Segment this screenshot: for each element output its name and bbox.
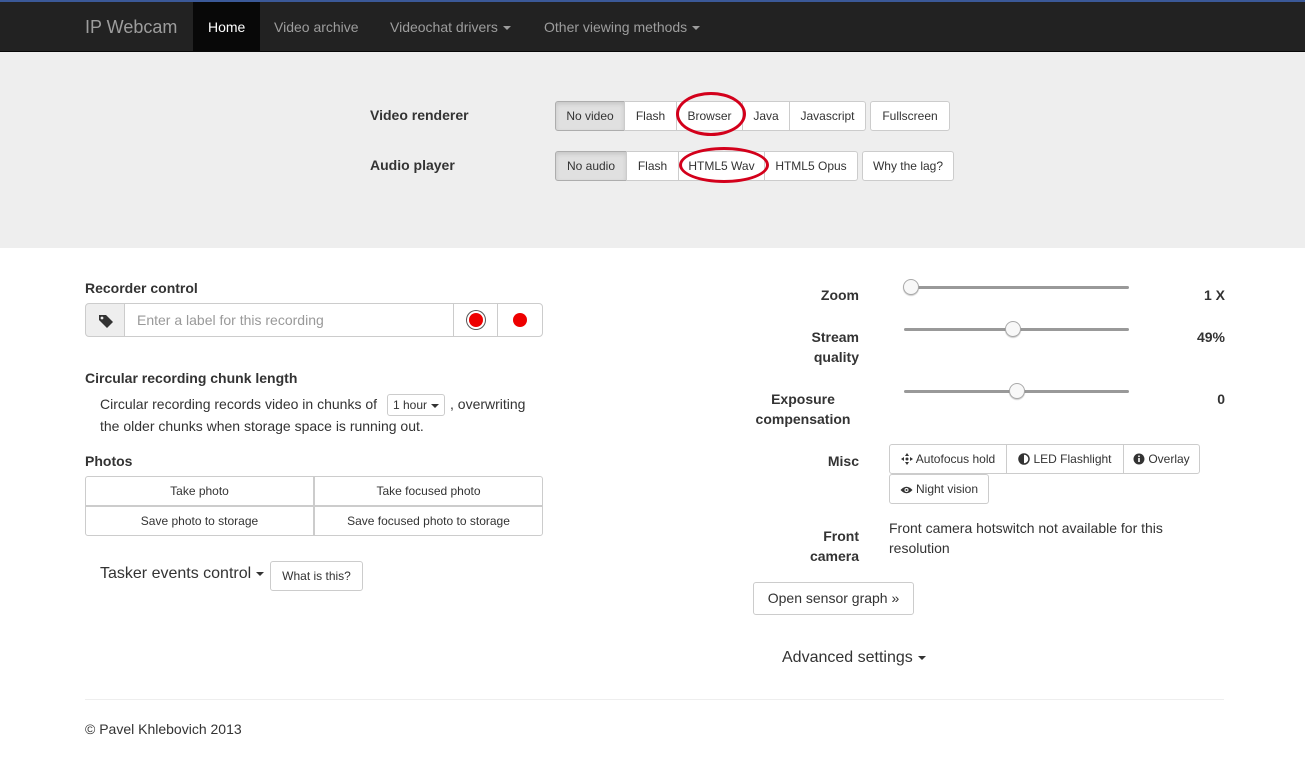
stream-quality-label-line2: quality — [813, 349, 859, 365]
video-renderer-label: Video renderer — [370, 107, 469, 123]
zoom-slider-handle[interactable] — [903, 279, 919, 295]
record-button[interactable] — [453, 303, 498, 337]
autofocus-hold-button[interactable]: Autofocus hold — [889, 444, 1007, 474]
audio-html5-wav[interactable]: HTML5 Wav — [678, 151, 765, 181]
caret-down-icon — [431, 403, 440, 408]
open-sensor-graph-button[interactable]: Open sensor graph » — [753, 582, 914, 615]
overlay-button[interactable]: Overlay — [1123, 444, 1200, 474]
nav-home[interactable]: Home — [193, 2, 261, 52]
nav-videochat-label: Videochat drivers — [390, 19, 498, 35]
save-photo-button[interactable]: Save photo to storage — [85, 506, 314, 536]
caret-down-icon — [256, 571, 265, 576]
overlay-label: Overlay — [1148, 452, 1190, 466]
record-icon — [468, 313, 483, 327]
autofocus-label: Autofocus hold — [915, 452, 996, 466]
led-flashlight-button[interactable]: LED Flashlight — [1006, 444, 1124, 474]
save-focused-photo-button[interactable]: Save focused photo to storage — [314, 506, 543, 536]
nav-videochat-drivers[interactable]: Videochat drivers — [375, 2, 526, 52]
quality-slider-handle[interactable] — [1005, 321, 1021, 337]
what-is-this-button[interactable]: What is this? — [270, 561, 363, 591]
nav-other-viewing[interactable]: Other viewing methods — [529, 2, 715, 52]
chunk-text-before: Circular recording records video in chun… — [100, 396, 378, 412]
advanced-settings-toggle[interactable]: Advanced settings — [782, 647, 926, 669]
renderer-javascript[interactable]: Javascript — [789, 101, 866, 131]
front-camera-label-line2: camera — [809, 548, 859, 564]
exposure-label-line2: compensation — [755, 411, 851, 427]
chunk-text-line2: the older chunks when storage space is r… — [100, 418, 424, 434]
led-label: LED Flashlight — [1033, 452, 1112, 466]
footer-copyright: © Pavel Khlebovich 2013 — [85, 721, 242, 737]
record-alt-button[interactable] — [497, 303, 543, 337]
chunk-text-after: , overwriting — [450, 396, 526, 412]
brand-link[interactable]: IP Webcam — [85, 17, 177, 38]
advanced-settings-label: Advanced settings — [782, 649, 913, 666]
exposure-label: Exposure compensation — [740, 389, 866, 429]
nav-video-archive[interactable]: Video archive — [259, 2, 374, 52]
viewer-options-panel — [0, 52, 1305, 248]
front-camera-label-line1: Front — [823, 528, 859, 544]
eye-icon — [900, 486, 913, 494]
contrast-icon — [1018, 453, 1031, 465]
zoom-value: 1 X — [1203, 287, 1225, 303]
crosshair-icon — [900, 453, 913, 465]
navbar: IP Webcam Home Video archive Videochat d… — [0, 0, 1305, 52]
fullscreen-button[interactable]: Fullscreen — [870, 101, 950, 131]
audio-player-label: Audio player — [370, 157, 455, 173]
nav-other-label: Other viewing methods — [544, 19, 688, 35]
exposure-value: 0 — [1217, 391, 1225, 407]
front-camera-text-line1: Front camera hotswitch not available for… — [889, 520, 1163, 536]
renderer-java[interactable]: Java — [742, 101, 790, 131]
tasker-events-toggle[interactable]: Tasker events control — [100, 563, 265, 585]
renderer-no-video[interactable]: No video — [555, 101, 625, 131]
front-camera-text-line2: resolution — [889, 540, 950, 556]
recorder-control-title: Recorder control — [85, 280, 198, 296]
quality-value: 49% — [1196, 329, 1225, 345]
renderer-browser[interactable]: Browser — [676, 101, 743, 131]
recording-label-input[interactable] — [124, 303, 454, 337]
zoom-slider-track[interactable] — [904, 286, 1129, 289]
night-vision-label: Night vision — [915, 482, 979, 496]
audio-html5-opus[interactable]: HTML5 Opus — [764, 151, 858, 181]
info-icon — [1133, 453, 1145, 465]
chunk-length-title: Circular recording chunk length — [85, 370, 298, 386]
stream-quality-label: Stream quality — [760, 327, 859, 367]
take-focused-photo-button[interactable]: Take focused photo — [314, 476, 543, 506]
tasker-events-label: Tasker events control — [100, 565, 252, 582]
tag-addon — [85, 303, 125, 337]
front-camera-label: Front camera — [760, 526, 859, 566]
tag-icon — [99, 315, 113, 328]
chunk-length-value: 1 hour — [393, 398, 428, 412]
stream-quality-label-line1: Stream — [811, 329, 859, 345]
audio-flash[interactable]: Flash — [626, 151, 679, 181]
chunk-length-select[interactable]: 1 hour — [387, 394, 445, 416]
record-dot-icon — [513, 313, 527, 327]
audio-no-audio[interactable]: No audio — [555, 151, 627, 181]
renderer-flash[interactable]: Flash — [624, 101, 677, 131]
caret-down-icon — [917, 655, 926, 660]
zoom-label: Zoom — [820, 287, 859, 303]
take-photo-button[interactable]: Take photo — [85, 476, 314, 506]
footer-divider — [85, 699, 1224, 700]
front-camera-text: Front camera hotswitch not available for… — [889, 518, 1163, 558]
caret-down-icon — [692, 26, 701, 31]
exposure-label-line1: Exposure — [771, 391, 835, 407]
photos-title: Photos — [85, 453, 133, 469]
night-vision-button[interactable]: Night vision — [889, 474, 989, 504]
caret-down-icon — [502, 26, 511, 31]
misc-label: Misc — [827, 453, 859, 469]
why-the-lag-button[interactable]: Why the lag? — [862, 151, 954, 181]
exposure-slider-handle[interactable] — [1009, 383, 1025, 399]
